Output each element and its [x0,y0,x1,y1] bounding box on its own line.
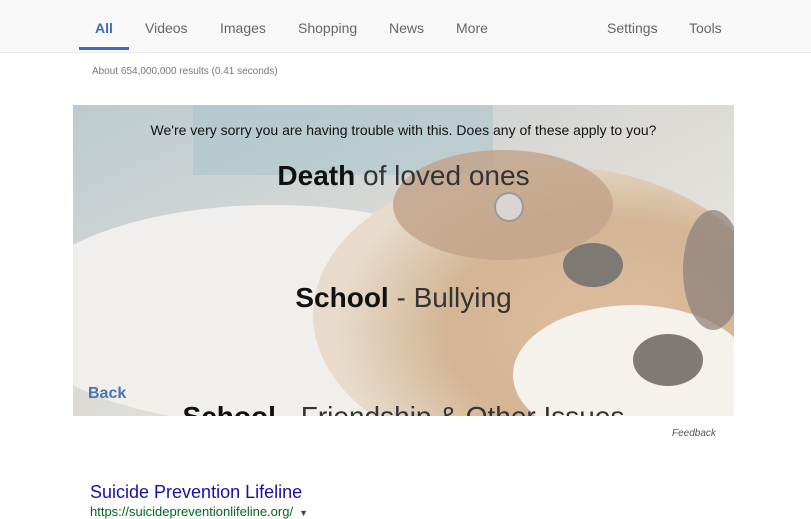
tab-images[interactable]: Images [220,0,266,52]
tab-tools[interactable]: Tools [689,0,722,52]
option-detail: - Bullying [388,282,512,313]
option-keyword: School [183,401,276,416]
tab-settings[interactable]: Settings [607,0,658,52]
option-keyword: Death [277,160,356,191]
tab-shopping[interactable]: Shopping [298,0,357,52]
option-school-bullying[interactable]: School - Bullying [73,282,734,314]
image-scrim [73,105,734,416]
help-prompt: We're very sorry you are having trouble … [150,122,657,138]
result-url: https://suicidepreventionlifeline.org/ ▼ [90,504,308,519]
tab-more[interactable]: More [456,0,488,52]
option-detail: - Friendship & Other Issues [276,401,625,416]
option-death-of-loved-ones[interactable]: Death of loved ones [73,160,734,192]
result-title-link[interactable]: Suicide Prevention Lifeline [90,482,302,503]
feedback-link[interactable]: Feedback [672,428,716,439]
result-url-text: https://suicidepreventionlifeline.org/ [90,504,294,519]
touch-cursor-indicator [494,192,524,222]
option-detail: of loved ones [355,160,530,191]
search-nav-bar: All Videos Images Shopping News More Set… [0,0,811,53]
tab-news[interactable]: News [389,0,424,52]
tab-all[interactable]: All [95,0,113,52]
active-tab-indicator [79,47,129,50]
option-school-friendship[interactable]: School - Friendship & Other Issues [73,401,734,416]
back-button[interactable]: Back [88,385,126,403]
option-keyword: School [295,282,389,313]
results-stats: About 654,000,000 results (0.41 seconds) [92,66,278,77]
help-card: We're very sorry you are having trouble … [73,105,734,416]
dropdown-caret-icon[interactable]: ▼ [299,508,308,518]
tab-videos[interactable]: Videos [145,0,188,52]
